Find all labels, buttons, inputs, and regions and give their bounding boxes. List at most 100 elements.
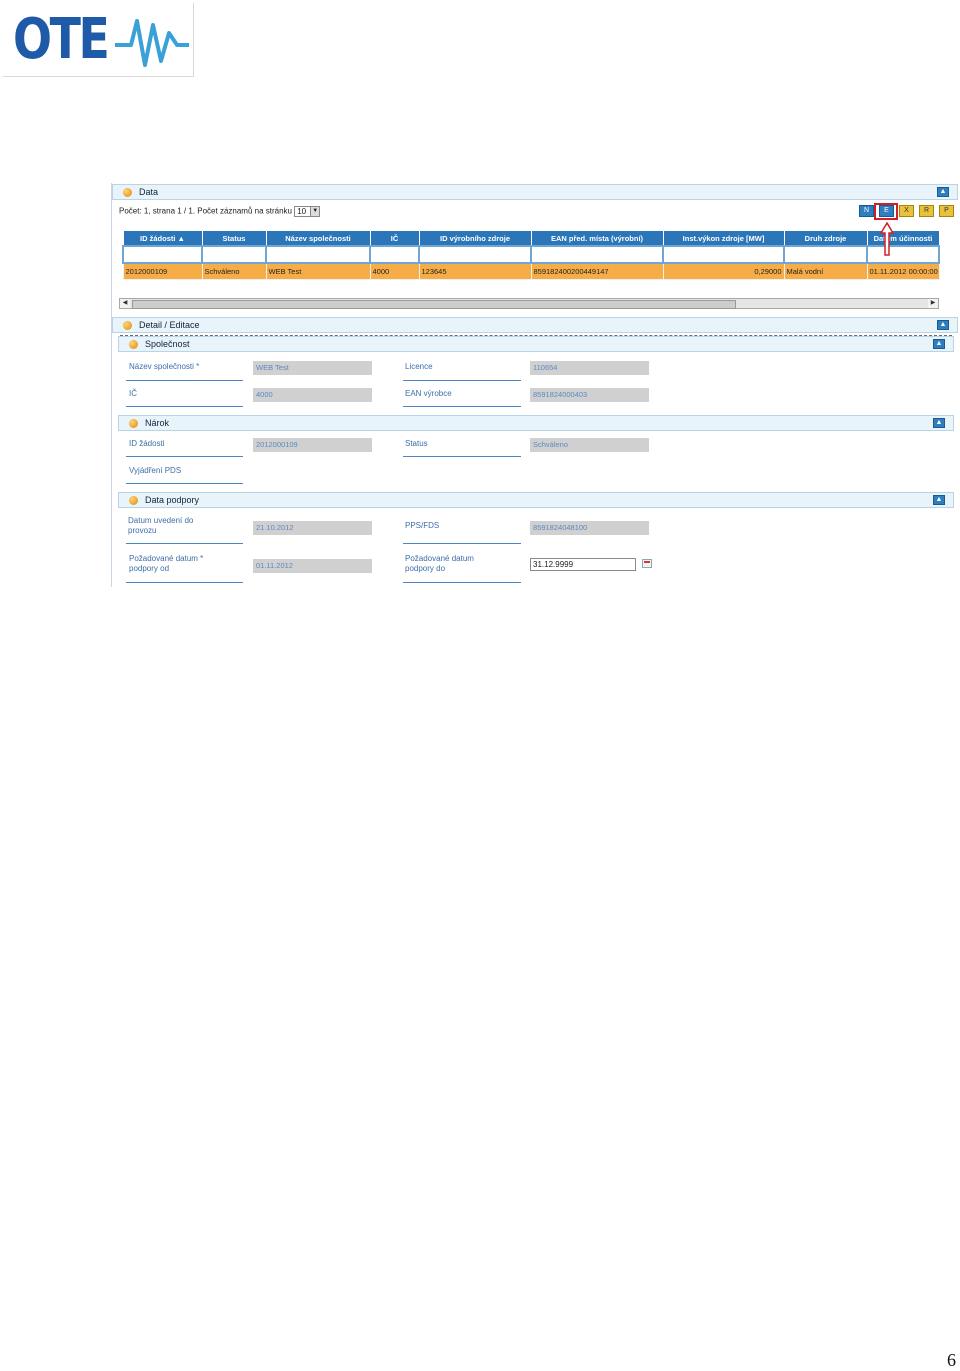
status-label: Status xyxy=(405,439,428,448)
collapse-icon[interactable]: ▲ xyxy=(933,339,945,349)
detail-panel-title: Detail / Editace xyxy=(139,320,200,330)
table-row[interactable]: 2012000109 Schváleno WEB Test 4000 12364… xyxy=(122,262,940,280)
scroll-left-icon[interactable]: ◀ xyxy=(120,299,130,308)
grid-cell: 123645 xyxy=(418,262,532,280)
datum-uvedeni-label-line-2: provozu xyxy=(128,526,157,535)
filter-input[interactable] xyxy=(418,245,532,264)
field-underline xyxy=(126,543,243,544)
filter-input[interactable] xyxy=(530,245,664,264)
collapse-icon[interactable]: ▲ xyxy=(933,495,945,505)
datum-do-label: Požadované datum podpory do xyxy=(405,554,474,574)
logo-text: OTE xyxy=(13,7,110,72)
status-field: Schváleno xyxy=(530,438,649,452)
narok-section-header[interactable]: Nárok ▲ xyxy=(118,415,954,431)
grid-cell: 01.11.2012 00:00:00 xyxy=(866,262,940,280)
bullet-icon xyxy=(129,340,138,349)
field-underline xyxy=(126,406,243,407)
filter-input[interactable] xyxy=(265,245,371,264)
ic-field: 4000 xyxy=(253,388,372,402)
datum-od-label: Požadované datum * podpory od xyxy=(129,554,203,574)
field-underline xyxy=(403,456,521,457)
collapse-icon[interactable]: ▲ xyxy=(933,418,945,428)
print-icon[interactable]: P xyxy=(939,205,954,217)
id-zadosti-label: ID žádosti xyxy=(129,439,165,448)
ic-label: IČ xyxy=(129,389,137,398)
refresh-icon[interactable]: R xyxy=(919,205,934,217)
column-header[interactable]: ID žádosti ▲ xyxy=(122,230,203,247)
scrollbar-thumb[interactable] xyxy=(132,300,736,309)
datum-od-field: 01.11.2012 xyxy=(253,559,372,573)
grid-cell: WEB Test xyxy=(265,262,371,280)
datum-od-label-text: Požadované datum xyxy=(129,554,198,563)
application-window: Data ▲ Počet: 1, strana 1 / 1. Počet záz… xyxy=(111,183,959,587)
filter-input[interactable] xyxy=(369,245,420,264)
datum-do-label-line-1: Požadované datum xyxy=(405,554,474,563)
column-header[interactable]: IČ xyxy=(369,230,420,247)
pps-field: 8591824048100 xyxy=(530,521,649,535)
highlight-box xyxy=(874,203,898,220)
page-size-select[interactable]: 10 ▼ xyxy=(294,206,321,217)
filter-input[interactable] xyxy=(662,245,785,264)
data-podpory-title: Data podpory xyxy=(145,495,200,505)
grid-header-row: ID žádosti ▲ Status Název společnosti IČ… xyxy=(122,230,940,247)
grid-cell: 2012000109 xyxy=(122,262,203,280)
chevron-down-icon: ▼ xyxy=(310,207,320,216)
data-panel-title: Data xyxy=(139,187,159,197)
filter-input[interactable] xyxy=(783,245,868,264)
ote-logo: OTE xyxy=(3,3,194,77)
field-underline xyxy=(403,380,521,381)
grid-cell: Schváleno xyxy=(201,262,267,280)
datum-uvedeni-field: 21.10.2012 xyxy=(253,521,372,535)
id-zadosti-field: 2012000109 xyxy=(253,438,372,452)
bullet-icon xyxy=(123,321,132,330)
filter-input[interactable] xyxy=(122,245,203,264)
field-underline xyxy=(126,456,243,457)
datum-uvedeni-label: Datum uvedení do provozu xyxy=(128,516,193,536)
collapse-icon[interactable]: ▲ xyxy=(937,320,949,330)
data-panel-header[interactable]: Data ▲ xyxy=(112,184,958,200)
ean-field: 8591824000403 xyxy=(530,388,649,402)
bullet-icon xyxy=(129,419,138,428)
new-record-icon[interactable]: N xyxy=(859,205,874,217)
column-header[interactable]: Inst.výkon zdroje [MW] xyxy=(662,230,785,247)
narok-title: Nárok xyxy=(145,418,170,428)
pager: Počet: 1, strana 1 / 1. Počet záznamů na… xyxy=(119,206,321,217)
datum-do-input[interactable]: 31.12.9999 xyxy=(530,558,636,571)
datum-uvedeni-label-line-1: Datum uvedení do xyxy=(128,516,194,525)
column-header[interactable]: Status xyxy=(201,230,267,247)
column-header[interactable]: ID výrobního zdroje xyxy=(418,230,532,247)
filter-input[interactable] xyxy=(866,245,940,264)
column-header[interactable]: Datum účinnosti xyxy=(866,230,940,247)
pps-label: PPS/FDS xyxy=(405,521,440,530)
export-excel-icon[interactable]: X xyxy=(899,205,914,217)
nazev-field: WEB Test xyxy=(253,361,372,375)
column-header[interactable]: Druh zdroje xyxy=(783,230,868,247)
grid-filter-row xyxy=(122,245,940,264)
filter-input[interactable] xyxy=(201,245,267,264)
field-underline xyxy=(403,543,521,544)
vyjadreni-label: Vyjádření PDS xyxy=(129,466,182,475)
nazev-label: Název společnosti * xyxy=(129,362,200,371)
column-header[interactable]: Název společnosti xyxy=(265,230,371,247)
grid-cell: 4000 xyxy=(369,262,420,280)
spolecnost-title: Společnost xyxy=(145,339,190,349)
spolecnost-section-header[interactable]: Společnost ▲ xyxy=(118,336,954,352)
detail-panel-header[interactable]: Detail / Editace ▲ xyxy=(112,317,958,333)
field-underline xyxy=(126,380,243,381)
required-marker: * xyxy=(200,554,204,563)
grid-cell: 0,29000 xyxy=(662,262,785,280)
field-underline xyxy=(126,582,243,583)
licence-field: 110654 xyxy=(530,361,649,375)
scroll-right-icon[interactable]: ▶ xyxy=(928,299,938,308)
column-header[interactable]: EAN před. místa (výrobní) xyxy=(530,230,664,247)
page-number: 6 xyxy=(947,1350,956,1370)
page-size-value: 10 xyxy=(297,207,307,216)
collapse-icon[interactable]: ▲ xyxy=(937,187,949,197)
calendar-icon[interactable] xyxy=(642,559,652,568)
datum-od-label-line-2: podpory od xyxy=(129,564,170,573)
licence-label: Licence xyxy=(405,362,433,371)
field-underline xyxy=(403,406,521,407)
data-podpory-section-header[interactable]: Data podpory ▲ xyxy=(118,492,954,508)
grid-cell: 859182400200449147 xyxy=(530,262,664,280)
horizontal-scrollbar[interactable]: ◀ ▶ xyxy=(119,298,939,309)
